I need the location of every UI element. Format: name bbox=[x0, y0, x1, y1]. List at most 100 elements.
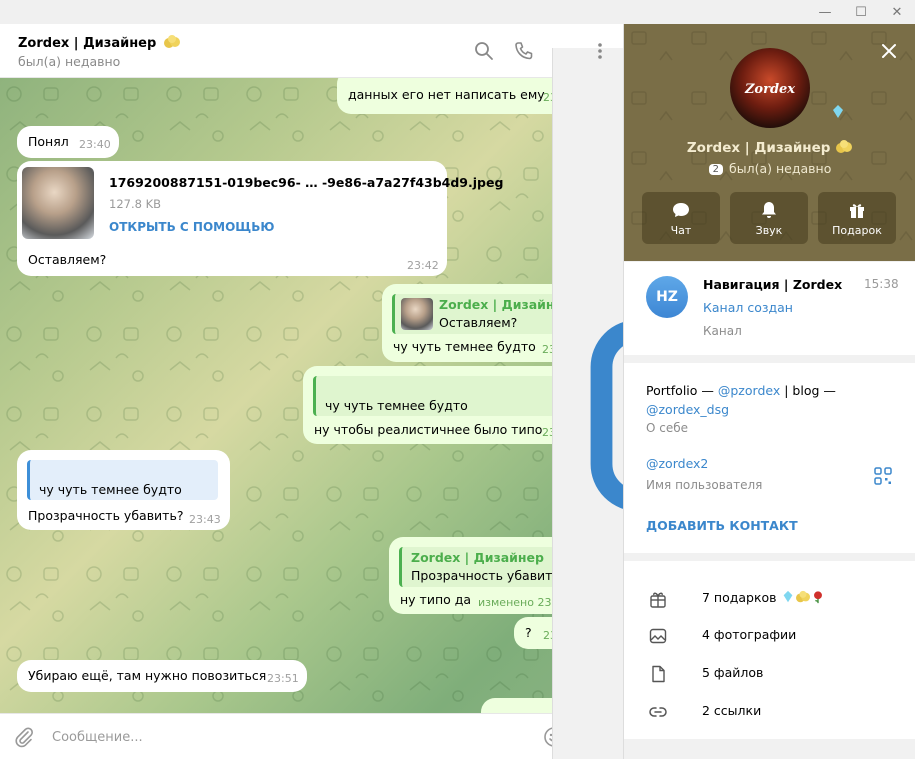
bio-middle: | blog — bbox=[780, 383, 836, 398]
links-count: 2 ссылки bbox=[702, 703, 762, 718]
composer bbox=[0, 713, 623, 759]
username-label: Имя пользователя bbox=[646, 478, 763, 492]
more-icon[interactable] bbox=[588, 39, 612, 63]
gift-emoji-icon bbox=[795, 590, 810, 603]
message-text: Убираю ещё, там нужно повозиться bbox=[28, 668, 267, 683]
profile-status-text: был(а) недавно bbox=[729, 161, 832, 176]
chat-area: Zordex | Дизайнер был(а) недавно данных … bbox=[0, 24, 623, 759]
media-row-links[interactable]: 2 ссылки bbox=[624, 692, 915, 730]
open-with-button[interactable]: ОТКРЫТЬ С ПОМОЩЬЮ bbox=[109, 219, 274, 235]
sound-button[interactable]: Звук bbox=[730, 192, 808, 244]
message-incoming[interactable]: Понял 23:40 bbox=[17, 126, 119, 158]
message-text: ? bbox=[525, 625, 532, 640]
bio-label: О себе bbox=[646, 421, 689, 435]
search-icon[interactable] bbox=[472, 39, 496, 63]
file-thumbnail[interactable] bbox=[22, 167, 94, 239]
chat-title[interactable]: Zordex | Дизайнер bbox=[18, 34, 181, 51]
maximize-button[interactable]: ☐ bbox=[843, 0, 879, 24]
gift-button-label: Подарок bbox=[832, 224, 882, 237]
status-badge: 2 bbox=[708, 164, 724, 175]
channel-title: Навигация | Zordex bbox=[703, 277, 843, 292]
media-row-gifts-label: 7 подарков bbox=[702, 590, 825, 605]
diamond-emoji-icon bbox=[783, 590, 792, 603]
message-text: ну типо да bbox=[400, 592, 472, 607]
message-text: Оставляем? bbox=[28, 252, 107, 267]
gifts-count: 7 подарков bbox=[702, 590, 777, 605]
message-text: данных его нет написать ему bbox=[348, 87, 545, 102]
channel-time: 15:38 bbox=[864, 277, 899, 291]
sound-button-label: Звук bbox=[755, 224, 783, 237]
message-input[interactable] bbox=[52, 726, 522, 748]
diamond-emoji-icon bbox=[833, 105, 843, 118]
gift-icon bbox=[850, 204, 864, 218]
file-size: 127.8 KB bbox=[109, 197, 162, 211]
reply-text: Прозрачность убавить? bbox=[411, 568, 567, 583]
profile-avatar[interactable]: Zordex bbox=[730, 48, 810, 128]
media-row-photos[interactable]: 4 фотографии bbox=[624, 616, 915, 654]
reply-text: Оставляем? bbox=[439, 315, 518, 330]
qr-code-icon[interactable] bbox=[874, 467, 892, 485]
bio-link-blog[interactable]: @zordex_dsg bbox=[646, 402, 729, 417]
photos-count: 4 фотографии bbox=[702, 627, 797, 642]
avatar-logo-text: Zordex bbox=[744, 82, 796, 97]
chat-status: был(а) недавно bbox=[18, 54, 121, 69]
bell-icon bbox=[762, 202, 776, 218]
add-contact-button[interactable]: ДОБАВИТЬ КОНТАКТ bbox=[646, 518, 798, 533]
message-text: ну чтобы реалистичнее было типо bbox=[314, 422, 543, 437]
chat-button-label: Чат bbox=[670, 224, 692, 237]
gift-emoji-icon bbox=[163, 35, 180, 48]
profile-name: Zordex | Дизайнер bbox=[624, 139, 915, 156]
shared-media-list: 7 подарков 4 фотографии 5 файлов 2 ссылк… bbox=[624, 561, 915, 739]
profile-status: 2 был(а) недавно bbox=[624, 161, 915, 176]
reply-preview[interactable]: чу чуть темнее будто bbox=[27, 460, 218, 500]
paperclip-icon[interactable] bbox=[12, 725, 36, 749]
phone-icon[interactable] bbox=[512, 39, 536, 63]
profile-panel: Zordex Zordex | Дизайнер 2 был(а) недавно… bbox=[623, 24, 915, 759]
message-list[interactable]: данных его нет написать ему 23:39 Понял … bbox=[0, 70, 623, 738]
window-titlebar: — ☐ ✕ bbox=[0, 0, 915, 24]
bio-link-portfolio[interactable]: @pzordex bbox=[718, 383, 780, 398]
gift-emoji-icon bbox=[836, 140, 853, 153]
message-incoming-file[interactable]: 1769200887151-019bec96- … -9e86-a7a27f43… bbox=[17, 161, 503, 276]
profile-info: Portfolio — @pzordex | blog — @zordex_ds… bbox=[624, 363, 915, 553]
bio-prefix: Portfolio — bbox=[646, 383, 718, 398]
channel-avatar: HZ bbox=[646, 276, 688, 318]
gift-button[interactable]: Подарок bbox=[818, 192, 896, 244]
bio-text: Portfolio — @pzordex | blog — @zordex_ds… bbox=[646, 381, 896, 419]
file-name[interactable]: 1769200887151-019bec96- … -9e86-a7a27f43… bbox=[109, 175, 503, 191]
reply-author: Zordex | Дизайнер bbox=[411, 550, 544, 565]
message-incoming[interactable]: Убираю ещё, там нужно повозиться 23:51 bbox=[17, 660, 307, 692]
chat-button[interactable]: Чат bbox=[642, 192, 720, 244]
rose-emoji-icon bbox=[813, 591, 822, 604]
chat-title-text: Zordex | Дизайнер bbox=[18, 36, 157, 51]
media-row-gifts[interactable]: 7 подарков bbox=[624, 579, 915, 617]
close-icon[interactable] bbox=[878, 40, 900, 62]
gift-icon bbox=[650, 592, 666, 608]
message-text: Понял bbox=[28, 134, 69, 149]
channel-label: Канал bbox=[703, 324, 742, 338]
media-row-files[interactable]: 5 файлов bbox=[624, 654, 915, 692]
linked-channel[interactable]: HZ Навигация | Zordex 15:38 Канал создан… bbox=[624, 262, 915, 355]
profile-name-text: Zordex | Дизайнер bbox=[686, 140, 831, 156]
side-panel-icon[interactable] bbox=[552, 48, 623, 759]
message-incoming-reply[interactable]: чу чуть темнее будто Прозрачность убавит… bbox=[17, 450, 230, 530]
reply-text: чу чуть темнее будто bbox=[325, 398, 468, 413]
message-time: 23:40 bbox=[79, 138, 111, 151]
message-time: 23:51 bbox=[267, 672, 299, 685]
file-icon bbox=[652, 665, 665, 683]
files-count: 5 файлов bbox=[702, 665, 764, 680]
reply-text: чу чуть темнее будто bbox=[39, 482, 182, 497]
profile-header: Zordex Zordex | Дизайнер 2 был(а) недавно… bbox=[624, 24, 915, 261]
message-time: 23:42 bbox=[407, 259, 439, 272]
message-text: Прозрачность убавить? bbox=[28, 508, 184, 523]
minimize-button[interactable]: — bbox=[807, 0, 843, 24]
message-text: чу чуть темнее будто bbox=[393, 339, 536, 354]
window-close-button[interactable]: ✕ bbox=[879, 0, 915, 24]
chat-header[interactable]: Zordex | Дизайнер был(а) недавно bbox=[0, 24, 623, 759]
photo-icon bbox=[649, 628, 667, 644]
message-time: 23:43 bbox=[189, 513, 221, 526]
username-link[interactable]: @zordex2 bbox=[646, 456, 708, 471]
link-icon bbox=[649, 707, 667, 717]
reply-thumbnail bbox=[401, 298, 433, 330]
chat-icon bbox=[673, 203, 689, 217]
